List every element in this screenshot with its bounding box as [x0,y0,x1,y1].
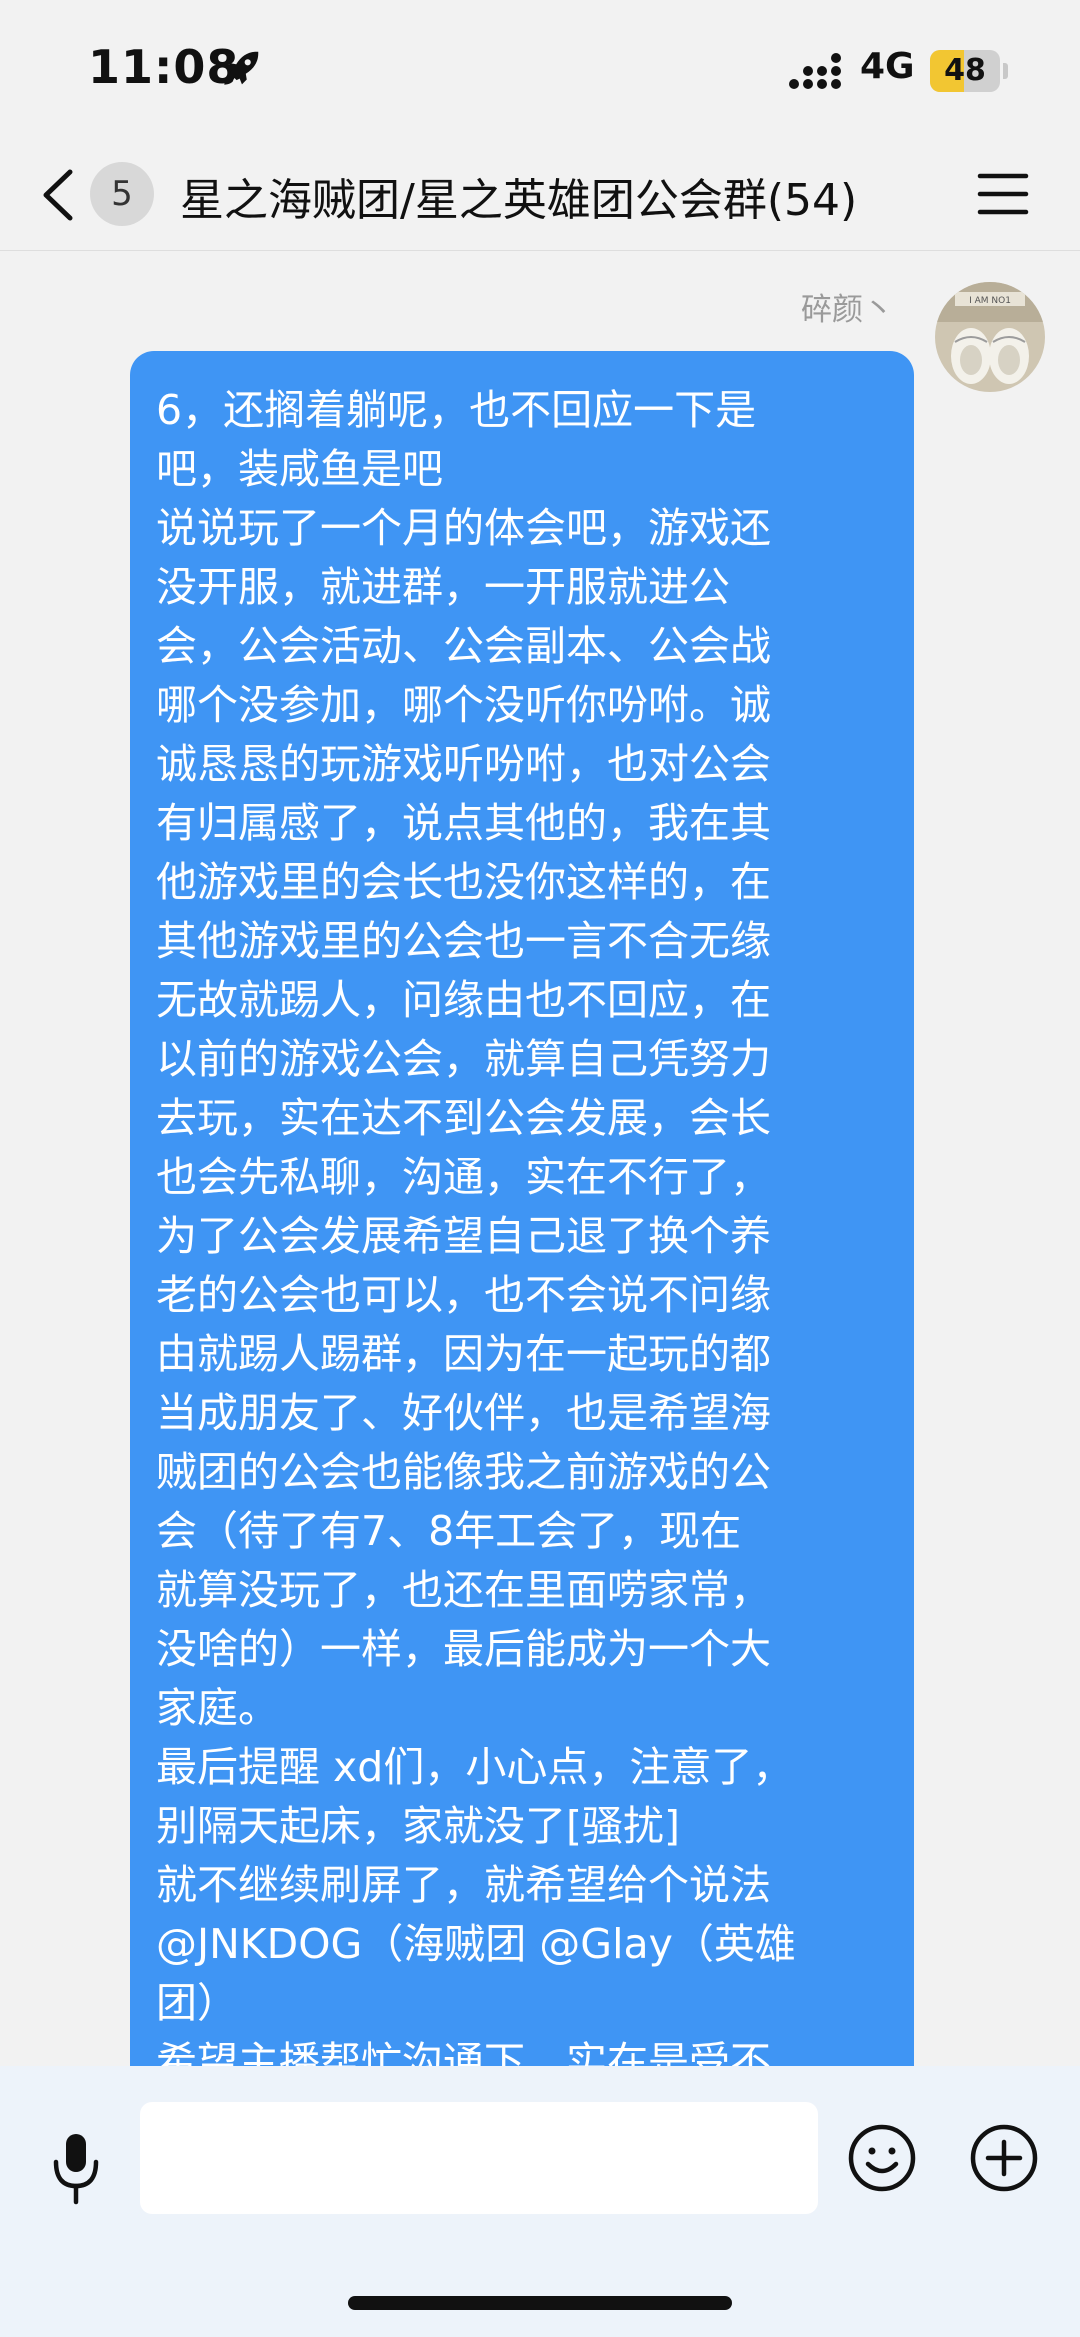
chevron-left-icon[interactable] [34,162,84,228]
avatar-sneakers-image: I AM NO1 [935,282,1045,392]
battery-percent: 48 [944,53,986,88]
message-input[interactable] [140,2102,818,2214]
sender-name[interactable]: 碎颜丶 [801,284,894,329]
signal-icon [789,53,841,89]
network-type: 4G [860,46,915,87]
unread-count-badge[interactable]: 5 [90,162,154,226]
rocket-icon [224,51,259,85]
status-time: 11:08 [88,40,240,94]
home-indicator[interactable] [348,2296,732,2310]
message-bubble[interactable]: 6，还搁着躺呢，也不回应一下是 吧，装咸鱼是吧 说说玩了一个月的体会吧，游戏还 … [130,351,914,2066]
group-title[interactable]: 星之海贼团/星之英雄团公会群(54) [180,164,857,228]
battery-nub [1003,63,1008,79]
hamburger-menu-icon[interactable] [976,170,1030,218]
svg-text:I AM NO1: I AM NO1 [969,296,1011,306]
emoji-icon[interactable] [846,2122,918,2194]
microphone-icon[interactable] [44,2128,108,2208]
status-bar: 11:08 4G 48 [0,0,1080,140]
avatar[interactable]: I AM NO1 [935,282,1045,392]
plus-circle-icon[interactable] [968,2122,1040,2194]
message-text: 6，还搁着躺呢，也不回应一下是 吧，装咸鱼是吧 说说玩了一个月的体会吧，游戏还 … [156,386,796,2066]
chat-area[interactable]: 碎颜丶 I AM NO1 6，还搁着躺呢，也不回应一下是 吧，装咸鱼是吧 说说玩… [0,251,1080,2066]
chat-header: 5 星之海贼团/星之英雄团公会群(54) [0,140,1080,251]
battery-icon: 48 [930,50,1000,92]
